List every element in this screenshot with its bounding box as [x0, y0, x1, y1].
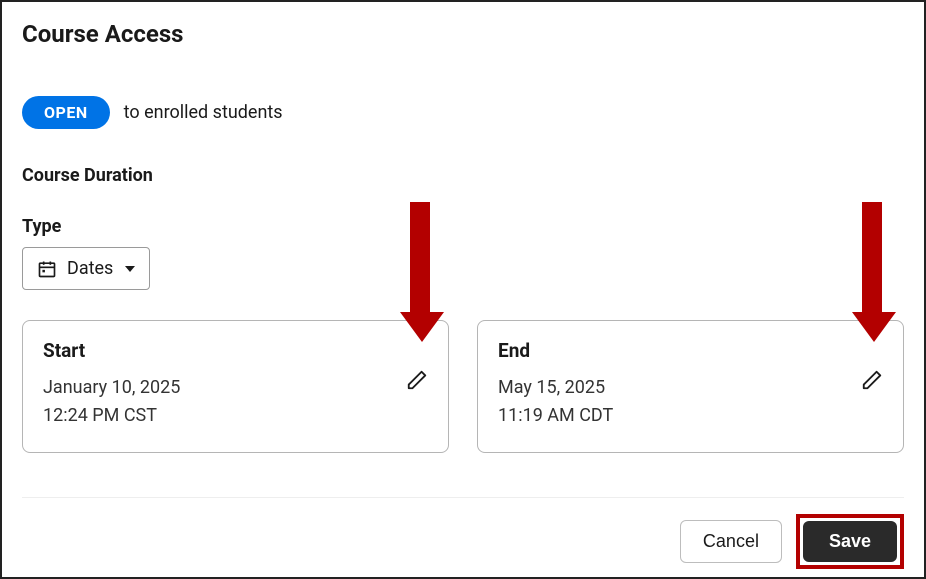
- course-duration-label: Course Duration: [22, 165, 904, 186]
- annotation-arrow-end: [852, 202, 892, 342]
- status-badge[interactable]: OPEN: [22, 96, 110, 129]
- cancel-button[interactable]: Cancel: [680, 520, 782, 563]
- save-button[interactable]: Save: [803, 521, 897, 562]
- end-date: May 15, 2025: [498, 374, 883, 402]
- chevron-down-icon: [125, 266, 135, 272]
- footer-buttons: Cancel Save: [22, 514, 904, 569]
- type-value: Dates: [67, 258, 113, 279]
- type-label: Type: [22, 216, 904, 237]
- status-row: OPEN to enrolled students: [22, 96, 904, 129]
- type-dropdown[interactable]: Dates: [22, 247, 150, 290]
- start-time: 12:24 PM CST: [43, 402, 428, 430]
- start-date: January 10, 2025: [43, 374, 428, 402]
- end-date-card: End May 15, 2025 11:19 AM CDT: [477, 320, 904, 453]
- edit-end-button[interactable]: [861, 369, 883, 391]
- edit-start-button[interactable]: [406, 369, 428, 391]
- start-label: Start: [43, 339, 428, 362]
- status-text: to enrolled students: [124, 102, 283, 123]
- date-cards: Start January 10, 2025 12:24 PM CST End …: [22, 320, 904, 453]
- footer-divider: [22, 497, 904, 498]
- end-label: End: [498, 339, 883, 362]
- end-time: 11:19 AM CDT: [498, 402, 883, 430]
- page-title: Course Access: [22, 20, 904, 48]
- start-date-card: Start January 10, 2025 12:24 PM CST: [22, 320, 449, 453]
- course-access-panel: Course Access OPEN to enrolled students …: [0, 0, 926, 579]
- save-highlight: Save: [796, 514, 904, 569]
- annotation-arrow-start: [400, 202, 440, 342]
- calendar-icon: [37, 259, 57, 279]
